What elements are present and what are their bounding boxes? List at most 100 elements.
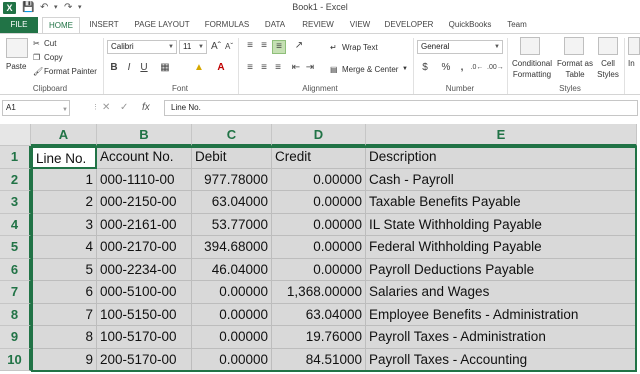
cell-d9[interactable]: 19.76000 [272, 326, 366, 349]
cell-c10[interactable]: 0.00000 [192, 348, 272, 371]
cell-c4[interactable]: 53.77000 [192, 213, 272, 236]
underline-button[interactable]: U [138, 62, 150, 74]
tab-page-layout[interactable]: PAGE LAYOUT [128, 17, 196, 33]
formula-input[interactable]: Line No. [164, 100, 638, 116]
cell-e2[interactable]: Cash - Payroll [366, 168, 637, 191]
cell-c1[interactable]: Debit [192, 146, 272, 169]
cancel-icon[interactable]: ✕ [102, 101, 110, 115]
column-header-d[interactable]: D [272, 124, 366, 146]
cell-e7[interactable]: Salaries and Wages [366, 281, 637, 304]
row-header-3[interactable]: 3 [0, 191, 31, 214]
cell-e6[interactable]: Payroll Deductions Payable [366, 258, 637, 281]
name-box[interactable]: A1 [2, 100, 70, 116]
cell-d10[interactable]: 84.51000 [272, 348, 366, 371]
format-as-table-icon[interactable] [564, 37, 584, 55]
cell-c2[interactable]: 977.78000 [192, 168, 272, 191]
number-format-select[interactable]: General ▼ [417, 40, 503, 54]
row-header-10[interactable]: 10 [0, 348, 31, 371]
orientation-icon[interactable]: ↗ [292, 40, 306, 52]
cell-a6[interactable]: 5 [31, 258, 97, 281]
copy-button[interactable]: Copy [44, 52, 63, 63]
merge-center-button[interactable]: Merge & Center [342, 64, 398, 75]
cell-d1[interactable]: Credit [272, 146, 366, 169]
decrease-font-icon[interactable]: Aˇ [223, 41, 235, 53]
currency-button[interactable]: $ [418, 62, 432, 74]
row-header-8[interactable]: 8 [0, 303, 31, 326]
format-painter-button[interactable]: Format Painter [44, 66, 97, 77]
cell-e5[interactable]: Federal Withholding Payable [366, 236, 637, 259]
cell-b6[interactable]: 000-2234-00 [97, 258, 192, 281]
row-header-1[interactable]: 1 [0, 146, 31, 169]
decrease-decimal-icon[interactable]: .00→ [487, 62, 504, 74]
cell-b5[interactable]: 000-2170-00 [97, 236, 192, 259]
cell-e1[interactable]: Description [366, 146, 637, 169]
cell-c9[interactable]: 0.00000 [192, 326, 272, 349]
row-header-7[interactable]: 7 [0, 281, 31, 304]
column-header-c[interactable]: C [192, 124, 272, 146]
font-size-select[interactable]: 11 ▼ [179, 40, 207, 54]
tab-insert[interactable]: INSERT [84, 17, 124, 33]
align-right-icon[interactable]: ≡ [272, 62, 284, 74]
cell-d7[interactable]: 1,368.00000 [272, 281, 366, 304]
increase-indent-icon[interactable]: ⇥ [304, 62, 316, 74]
tab-formulas[interactable]: FORMULAS [200, 17, 254, 33]
row-header-9[interactable]: 9 [0, 326, 31, 349]
cell-c5[interactable]: 394.68000 [192, 236, 272, 259]
percent-button[interactable]: % [440, 62, 452, 74]
enter-icon[interactable]: ✓ [120, 101, 128, 115]
align-left-icon[interactable]: ≡ [244, 62, 256, 74]
cut-button[interactable]: Cut [44, 38, 56, 49]
row-header-5[interactable]: 5 [0, 236, 31, 259]
cell-a10[interactable]: 9 [31, 348, 97, 371]
cell-e8[interactable]: Employee Benefits - Administration [366, 303, 637, 326]
cell-a9[interactable]: 8 [31, 326, 97, 349]
italic-button[interactable]: I [123, 62, 135, 74]
cell-b9[interactable]: 100-5170-00 [97, 326, 192, 349]
align-top-icon[interactable]: ≡ [244, 40, 256, 52]
column-header-b[interactable]: B [97, 124, 192, 146]
cell-a8[interactable]: 7 [31, 303, 97, 326]
decrease-indent-icon[interactable]: ⇤ [290, 62, 302, 74]
paste-button[interactable]: Paste [6, 61, 26, 72]
conditional-formatting-button[interactable]: Conditional [510, 58, 554, 69]
cell-e9[interactable]: Payroll Taxes - Administration [366, 326, 637, 349]
fill-color-icon[interactable]: ▲ [192, 62, 206, 74]
select-all-corner[interactable] [0, 124, 31, 146]
cell-d2[interactable]: 0.00000 [272, 168, 366, 191]
tab-home[interactable]: HOME [42, 17, 80, 34]
font-name-select[interactable]: Calibri ▼ [107, 40, 177, 54]
cell-e3[interactable]: Taxable Benefits Payable [366, 191, 637, 214]
tab-quickbooks[interactable]: QuickBooks [442, 17, 498, 33]
cell-e10[interactable]: Payroll Taxes - Accounting [366, 348, 637, 371]
cell-styles-icon[interactable] [598, 37, 618, 55]
conditional-formatting-icon[interactable] [520, 37, 540, 55]
cell-d8[interactable]: 63.04000 [272, 303, 366, 326]
format-as-table-button[interactable]: Format as [556, 58, 594, 69]
tab-view[interactable]: VIEW [344, 17, 376, 33]
cell-d3[interactable]: 0.00000 [272, 191, 366, 214]
insert-cells-icon[interactable] [628, 37, 640, 55]
cell-a4[interactable]: 3 [31, 213, 97, 236]
cell-c3[interactable]: 63.04000 [192, 191, 272, 214]
cell-c8[interactable]: 0.00000 [192, 303, 272, 326]
bold-button[interactable]: B [108, 62, 120, 74]
cell-b4[interactable]: 000-2161-00 [97, 213, 192, 236]
row-header-4[interactable]: 4 [0, 213, 31, 236]
cell-a2[interactable]: 1 [31, 168, 97, 191]
cell-d5[interactable]: 0.00000 [272, 236, 366, 259]
cell-a3[interactable]: 2 [31, 191, 97, 214]
cell-c6[interactable]: 46.04000 [192, 258, 272, 281]
cell-b3[interactable]: 000-2150-00 [97, 191, 192, 214]
cell-e4[interactable]: IL State Withholding Payable [366, 213, 637, 236]
increase-decimal-icon[interactable]: .0← [470, 62, 484, 74]
align-center-icon[interactable]: ≡ [258, 62, 270, 74]
chevron-down-icon[interactable]: ▼ [62, 103, 68, 117]
column-header-a[interactable]: A [31, 124, 97, 146]
row-header-2[interactable]: 2 [0, 168, 31, 191]
tab-file[interactable]: FILE [0, 17, 38, 33]
cell-b1[interactable]: Account No. [97, 146, 192, 169]
tab-data[interactable]: DATA [258, 17, 292, 33]
cell-b7[interactable]: 000-5100-00 [97, 281, 192, 304]
insert-function-button[interactable]: fx [142, 101, 150, 115]
insert-cells-button[interactable]: In [628, 58, 635, 69]
